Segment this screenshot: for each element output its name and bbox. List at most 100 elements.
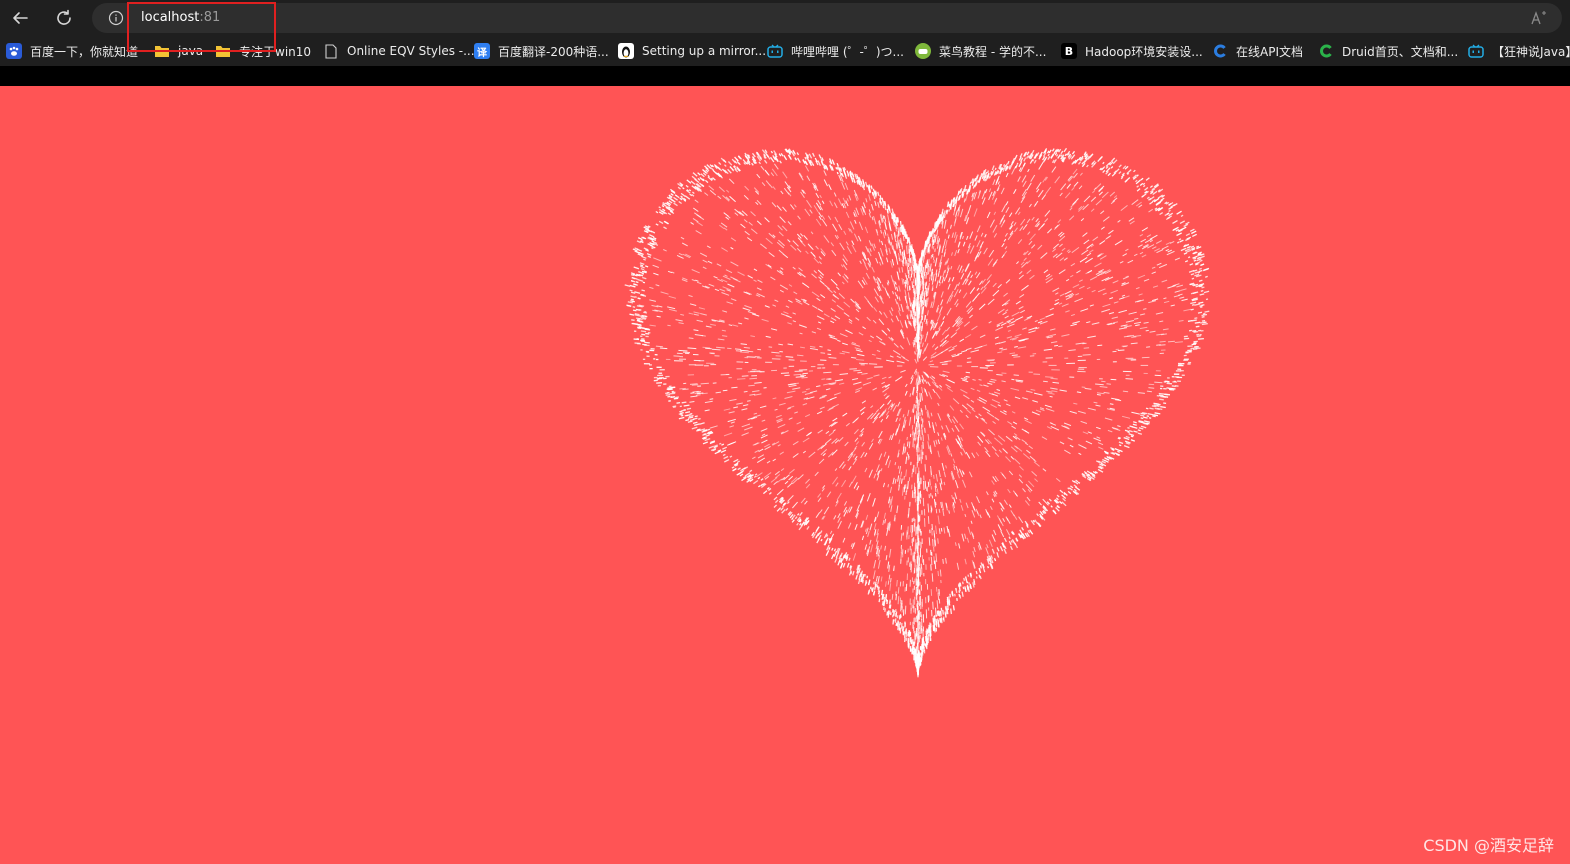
heart-particle bbox=[1085, 440, 1093, 445]
heart-particle bbox=[642, 281, 646, 284]
heart-particle bbox=[1001, 473, 1007, 480]
heart-particle bbox=[956, 471, 960, 479]
heart-particle bbox=[843, 230, 847, 235]
heart-particle bbox=[898, 439, 901, 445]
heart-particle bbox=[709, 425, 718, 429]
bookmark-item[interactable]: B Hadoop环境安装设... bbox=[1061, 41, 1203, 61]
bookmark-label: Online EQV Styles -... bbox=[347, 44, 475, 58]
heart-particle bbox=[925, 272, 928, 279]
heart-particle bbox=[1139, 313, 1146, 316]
heart-particle bbox=[1038, 161, 1044, 170]
bookmark-item[interactable]: 百度一下，你就知道 bbox=[6, 41, 138, 61]
heart-particle bbox=[1143, 321, 1149, 324]
heart-particle bbox=[630, 273, 635, 277]
heart-particle bbox=[662, 249, 667, 252]
site-info-icon[interactable] bbox=[108, 10, 124, 26]
heart-particle bbox=[878, 590, 881, 595]
heart-particle bbox=[852, 553, 857, 561]
heart-particle bbox=[804, 392, 813, 395]
heart-particle bbox=[788, 405, 795, 409]
heart-particle bbox=[1192, 291, 1199, 295]
heart-particle bbox=[957, 282, 961, 287]
bookmark-item[interactable]: 【狂神说Java】 bbox=[1468, 41, 1570, 61]
heart-particle bbox=[640, 330, 647, 333]
bookmark-label: Druid首页、文档和... bbox=[1342, 44, 1459, 59]
read-aloud-icon[interactable] bbox=[1530, 9, 1548, 27]
bookmark-item[interactable]: Online EQV Styles -... bbox=[323, 41, 475, 61]
heart-particle bbox=[1045, 313, 1054, 318]
heart-particle bbox=[688, 312, 694, 315]
bookmark-item[interactable]: 菜鸟教程 - 学的不... bbox=[915, 41, 1046, 61]
heart-particle bbox=[1023, 157, 1027, 162]
heart-particle bbox=[765, 180, 771, 186]
heart-particle bbox=[1047, 156, 1051, 161]
heart-particle bbox=[808, 451, 816, 458]
back-button[interactable] bbox=[5, 4, 35, 32]
heart-particle bbox=[1027, 231, 1031, 235]
heart-particle bbox=[1052, 248, 1057, 252]
heart-particle bbox=[864, 295, 869, 302]
bookmark-folder[interactable]: java bbox=[154, 41, 203, 61]
heart-particle bbox=[955, 303, 959, 308]
heart-particle bbox=[1187, 256, 1191, 259]
heart-particle bbox=[759, 243, 767, 250]
heart-particle bbox=[750, 211, 756, 217]
bookmark-item[interactable]: Druid首页、文档和... bbox=[1318, 41, 1458, 61]
heart-particle bbox=[949, 419, 953, 424]
heart-particle bbox=[780, 267, 784, 270]
heart-particle bbox=[935, 607, 937, 617]
bookmark-item[interactable]: Setting up a mirror... bbox=[618, 41, 766, 61]
heart-particle bbox=[841, 464, 846, 469]
bookmark-folder[interactable]: 专注于win10 bbox=[215, 41, 311, 61]
heart-particle bbox=[884, 230, 887, 237]
heart-particle bbox=[1159, 320, 1164, 323]
heart-particle bbox=[743, 194, 749, 200]
refresh-button[interactable] bbox=[49, 4, 79, 32]
heart-particle bbox=[912, 307, 914, 315]
heart-particle bbox=[1029, 233, 1036, 241]
heart-particle bbox=[1100, 226, 1105, 230]
heart-particle bbox=[1201, 313, 1208, 317]
heart-particle bbox=[847, 174, 850, 177]
heart-particle bbox=[887, 455, 890, 459]
heart-particle bbox=[1016, 261, 1019, 265]
heart-particle bbox=[833, 192, 837, 197]
heart-particle bbox=[861, 372, 868, 375]
heart-particle bbox=[853, 482, 858, 489]
heart-particle bbox=[1140, 417, 1144, 420]
heart-particle bbox=[933, 222, 936, 228]
heart-particle bbox=[926, 331, 929, 336]
heart-particle bbox=[704, 192, 709, 196]
heart-particle bbox=[1054, 344, 1059, 347]
heart-particle bbox=[791, 519, 795, 523]
heart-particle bbox=[683, 404, 690, 407]
heart-particle bbox=[1107, 172, 1111, 177]
heart-particle bbox=[977, 435, 984, 443]
heart-particle bbox=[968, 471, 973, 478]
bookmark-item[interactable]: 译 百度翻译-200种语... bbox=[474, 41, 609, 61]
heart-particle bbox=[964, 587, 967, 592]
heart-particle bbox=[753, 268, 758, 272]
heart-particle bbox=[957, 248, 960, 254]
heart-particle bbox=[888, 564, 891, 572]
heart-particle bbox=[942, 609, 944, 615]
heart-particle bbox=[819, 261, 822, 265]
heart-particle bbox=[721, 329, 726, 332]
heart-particle bbox=[1078, 279, 1083, 283]
heart-particle bbox=[954, 492, 958, 500]
heart-particle bbox=[637, 297, 641, 300]
heart-particle bbox=[792, 387, 801, 390]
heart-particle bbox=[950, 265, 953, 270]
heart-particle bbox=[802, 450, 807, 454]
bookmark-item[interactable]: 哔哩哔哩 (゜-゜)つ... bbox=[767, 41, 904, 61]
address-bar[interactable]: localhost:81 bbox=[92, 3, 1562, 33]
heart-particle bbox=[1045, 408, 1055, 412]
translate-icon: 译 bbox=[474, 43, 490, 59]
heart-particle bbox=[831, 299, 837, 303]
heart-particle bbox=[758, 448, 764, 453]
heart-particle bbox=[1066, 183, 1071, 189]
bookmark-label: Setting up a mirror... bbox=[642, 44, 767, 58]
url-text[interactable]: localhost:81 bbox=[141, 10, 220, 26]
bookmark-item[interactable]: 在线API文档 bbox=[1212, 41, 1303, 61]
heart-particle bbox=[1077, 410, 1086, 414]
